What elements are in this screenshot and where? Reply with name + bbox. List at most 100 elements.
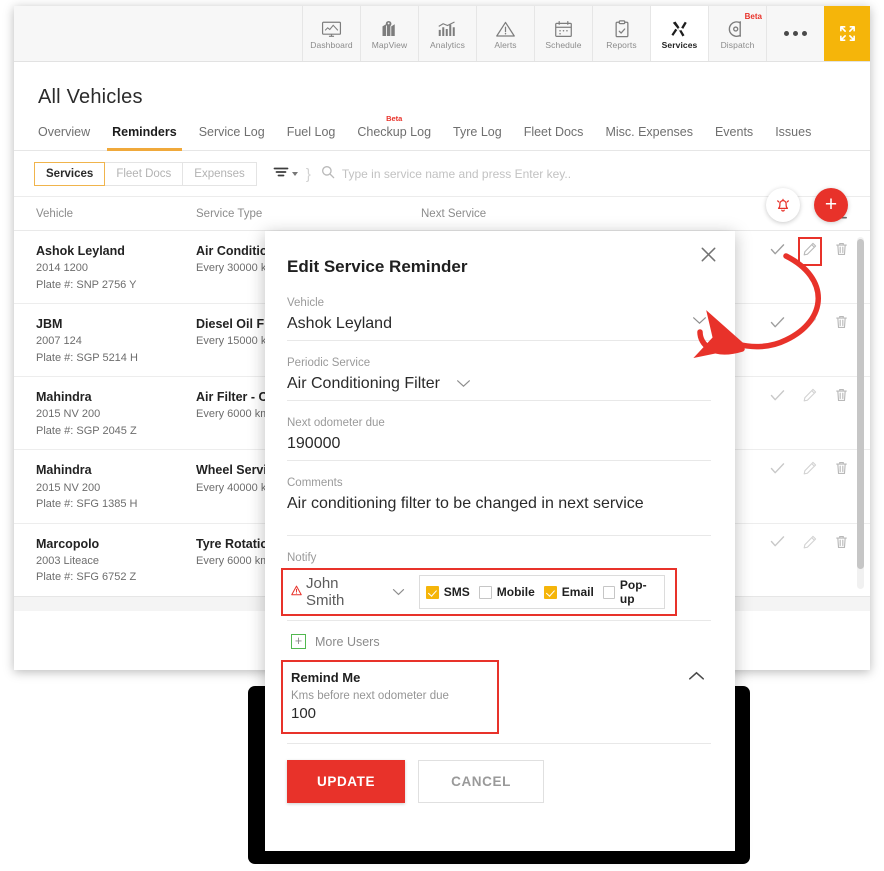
nav-label: Reports (606, 40, 637, 51)
tab-overview[interactable]: Overview (38, 125, 101, 150)
tab-misc-expenses[interactable]: Misc. Expenses (594, 125, 704, 150)
tab-tyre-log[interactable]: Tyre Log (442, 125, 513, 150)
tab-label: Reminders (112, 125, 177, 139)
remind-me-section-highlighted[interactable]: Remind Me Kms before next odometer due 1… (281, 660, 704, 734)
trash-delete-icon[interactable] (835, 461, 848, 480)
tab-label: Fuel Log (286, 125, 336, 139)
calendar-icon (554, 17, 573, 38)
pencil-edit-icon[interactable] (803, 388, 817, 407)
warning-triangle-icon (291, 583, 302, 601)
more-horizontal-icon[interactable] (766, 6, 824, 61)
close-x-icon[interactable] (699, 245, 718, 268)
nav-item-services[interactable]: Services (650, 6, 708, 61)
checkbox-sms[interactable]: SMS (425, 585, 470, 599)
trash-delete-icon[interactable] (835, 242, 848, 261)
checkbox-label: Mobile (496, 585, 535, 599)
checkbox-mobile[interactable]: Mobile (478, 585, 535, 599)
trash-delete-icon[interactable] (835, 535, 848, 554)
tab-fleet-docs[interactable]: Fleet Docs (513, 125, 595, 150)
cancel-button[interactable]: CANCEL (418, 760, 544, 803)
tab-reminders[interactable]: Reminders (101, 125, 188, 151)
trash-delete-icon[interactable] (835, 315, 848, 334)
vehicle-name: Mahindra (36, 390, 92, 405)
periodic-service-label: Periodic Service (287, 357, 371, 369)
vehicle-plate: Plate #: SGP 2045 Z (36, 424, 137, 437)
pencil-edit-icon[interactable] (803, 315, 817, 334)
tab-fuel-log[interactable]: Fuel Log (276, 125, 347, 150)
notify-user-value[interactable]: John Smith (306, 575, 380, 609)
vertical-scrollbar[interactable] (857, 237, 864, 589)
sub-toolbar: Services Fleet Docs Expenses } Type in s… (14, 151, 870, 197)
chevron-down-icon[interactable] (392, 583, 405, 601)
segment-fleet-docs[interactable]: Fleet Docs (105, 162, 184, 186)
beta-badge: Beta (386, 114, 403, 123)
nav-item-dashboard[interactable]: Dashboard (302, 6, 360, 61)
vehicle-model: 2015 NV 200 (36, 481, 101, 494)
segment-label: Services (46, 168, 94, 180)
pencil-edit-icon[interactable] (803, 461, 817, 480)
beta-badge: Beta (744, 12, 762, 21)
nav-item-reports[interactable]: Reports (592, 6, 650, 61)
nav-item-alerts[interactable]: Alerts (476, 6, 534, 61)
checkbox-email[interactable]: Email (543, 585, 594, 599)
vehicle-value: Ashok Leyland (287, 315, 392, 332)
tab-checkup-log[interactable]: Beta Checkup Log (346, 114, 442, 150)
vehicle-name: Ashok Leyland (36, 244, 125, 258)
tab-service-log[interactable]: Service Log (188, 125, 276, 150)
vehicle-name: Marcopolo (36, 536, 100, 551)
table-header: Vehicle Service Type Next Service (14, 197, 870, 231)
chevron-down-icon[interactable] (456, 375, 471, 393)
check-icon[interactable] (770, 535, 785, 553)
nav-item-mapview[interactable]: MapView (360, 6, 418, 61)
nav-label: Dashboard (310, 40, 353, 51)
check-icon[interactable] (770, 389, 785, 407)
checkbox-label: SMS (443, 585, 470, 599)
trash-delete-icon[interactable] (835, 388, 848, 407)
tab-label: Overview (38, 125, 91, 139)
nav-item-schedule[interactable]: Schedule (534, 6, 592, 61)
notification-bell-icon[interactable] (766, 188, 800, 222)
vehicle-model: 2015 NV 200 (36, 408, 101, 421)
comments-label: Comments (287, 477, 343, 489)
periodic-service-field[interactable]: Periodic Service Air Conditioning Filter (287, 357, 711, 401)
pencil-edit-icon[interactable] (798, 237, 822, 266)
more-users-button[interactable]: + More Users (291, 634, 711, 649)
tab-events[interactable]: Events (704, 125, 764, 150)
chevron-up-icon[interactable] (688, 668, 705, 686)
vehicle-field[interactable]: Vehicle Ashok Leyland (287, 297, 711, 341)
wrench-tools-icon (670, 17, 690, 38)
nav-item-analytics[interactable]: Analytics (418, 6, 476, 61)
nav-item-dispatch[interactable]: Beta Dispatch (708, 6, 766, 61)
chevron-down-icon[interactable] (692, 312, 707, 330)
pencil-edit-icon[interactable] (803, 535, 817, 554)
search-input[interactable]: Type in service name and press Enter key… (321, 165, 870, 184)
column-header-service-type: Service Type (196, 207, 263, 220)
remind-me-value: 100 (291, 705, 317, 722)
segment-services[interactable]: Services (34, 162, 106, 186)
checkbox-popup[interactable]: Pop-up (602, 578, 658, 606)
tab-label: Fleet Docs (523, 125, 584, 139)
nav-label: Schedule (545, 40, 582, 51)
collapse-arrows-icon[interactable] (824, 6, 870, 61)
notify-channels: SMS Mobile Email Pop-up (418, 575, 665, 609)
checkbox-box (543, 585, 557, 599)
segment-expenses[interactable]: Expenses (183, 162, 257, 186)
vehicle-model: 2014 1200 (36, 262, 88, 275)
next-odometer-field[interactable]: Next odometer due 190000 (287, 417, 711, 461)
dialog-title: Edit Service Reminder (287, 257, 468, 276)
row-actions (733, 461, 870, 480)
tab-issues[interactable]: Issues (764, 125, 822, 150)
nav-label: Analytics (430, 40, 465, 51)
filter-button[interactable] (273, 165, 298, 184)
search-icon (321, 165, 335, 184)
comments-field[interactable]: Comments Air conditioning filter to be c… (287, 477, 711, 536)
check-icon[interactable] (770, 243, 785, 261)
checkbox-label: Pop-up (619, 578, 647, 606)
add-reminder-button[interactable]: + (814, 188, 848, 222)
row-actions (733, 315, 870, 334)
checkbox-label: Email (561, 585, 594, 599)
more-users-label: More Users (315, 634, 380, 649)
check-icon[interactable] (770, 316, 785, 334)
check-icon[interactable] (770, 462, 785, 480)
update-button[interactable]: UPDATE (287, 760, 406, 803)
